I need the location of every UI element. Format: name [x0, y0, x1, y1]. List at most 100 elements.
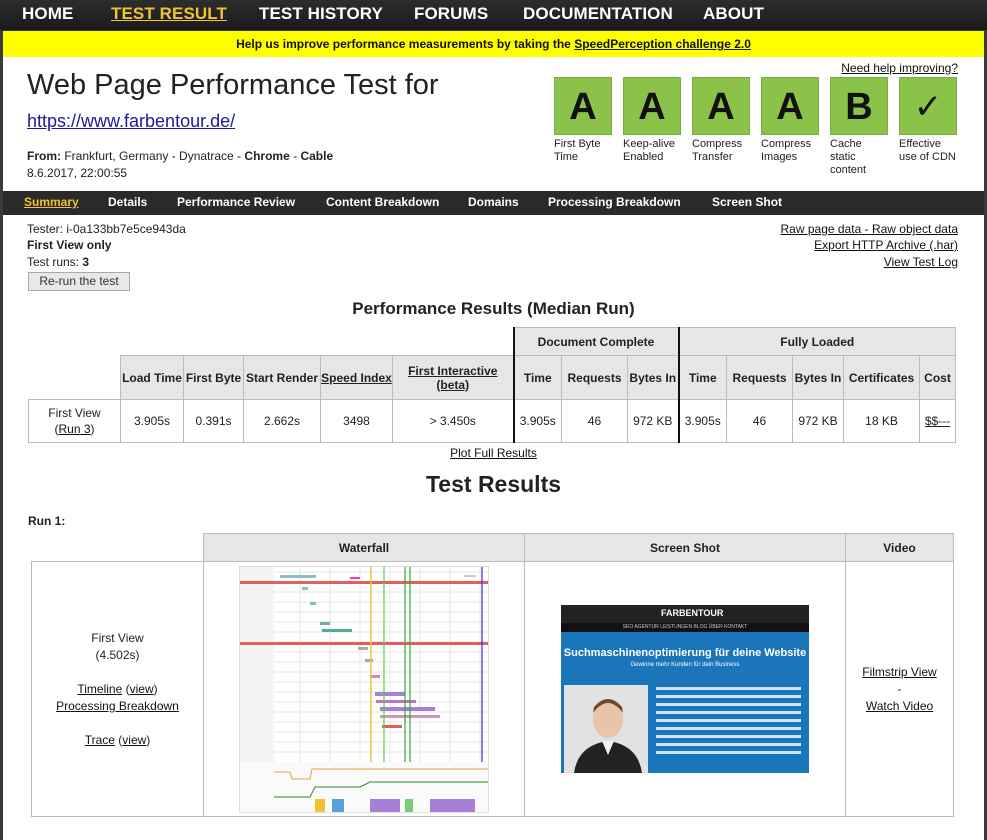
first-view-label: First View — [91, 630, 144, 645]
check-icon: ✓ — [899, 77, 957, 135]
view-test-log-link[interactable]: View Test Log — [884, 255, 958, 269]
nav-home[interactable]: HOME — [22, 4, 73, 24]
tab-screen-shot[interactable]: Screen Shot — [712, 195, 782, 209]
screenshot-thumbnail[interactable]: FARBENTOUR SEO AGENTUR LEISTUNGEN BLOG Ü… — [561, 605, 809, 773]
grade-label: Cache static content — [830, 138, 867, 176]
tab-details[interactable]: Details — [108, 195, 147, 209]
screenshot-subline: Gewinne mehr Kunden für dein Business — [630, 662, 740, 668]
screenshot-portrait — [564, 685, 648, 773]
video-header: Video — [845, 533, 954, 562]
full-bytes-value: 972 KB — [792, 399, 844, 443]
screenshot-headline: Suchmaschinenoptimierung für deine Websi… — [563, 647, 807, 659]
tester-id: Tester: i-0a133bb7e5ce943da — [27, 222, 186, 236]
grade-keep-alive[interactable]: A Keep-alive Enabled — [623, 77, 683, 164]
grade-box: B — [830, 77, 888, 135]
separator: - — [293, 149, 298, 163]
doc-bytes-value: 972 KB — [627, 399, 679, 443]
waterfall-thumbnail[interactable] — [239, 565, 489, 813]
col-first-byte: First Byte — [183, 355, 244, 400]
first-interactive-value: > 3.450s — [392, 399, 514, 443]
screenshot-header: Screen Shot — [524, 533, 846, 562]
speedperception-link[interactable]: SpeedPerception challenge 2.0 — [574, 37, 751, 51]
nav-test-result[interactable]: TEST RESULT — [111, 4, 227, 24]
tab-content-breakdown[interactable]: Content Breakdown — [326, 195, 439, 209]
test-location: From: Frankfurt, Germany - Dynatrace - C… — [27, 149, 333, 163]
grade-box: A — [761, 77, 819, 135]
nav-test-history[interactable]: TEST HISTORY — [259, 4, 383, 24]
run-3-link[interactable]: Run 3 — [58, 422, 90, 436]
start-render-value: 2.662s — [243, 399, 321, 443]
tab-processing-breakdown[interactable]: Processing Breakdown — [548, 195, 681, 209]
test-runs: Test runs: 3 — [27, 255, 89, 269]
document-complete-header: Document Complete — [512, 327, 679, 356]
timeline-link[interactable]: Timeline — [77, 682, 122, 696]
export-har-link[interactable]: Export HTTP Archive (.har) — [814, 238, 958, 252]
need-help-link[interactable]: Need help improving? — [841, 61, 958, 75]
timeline-view-link[interactable]: view — [130, 682, 154, 696]
certificates-value: 18 KB — [843, 399, 920, 443]
col-speed-index[interactable]: Speed Index — [320, 355, 393, 400]
grade-box: A — [623, 77, 681, 135]
screenshot-nav: SEO AGENTUR LEISTUNGEN BLOG ÜBER KONTAKT — [561, 623, 809, 632]
rerun-test-button[interactable]: Re-run the test — [28, 272, 130, 291]
nav-forums[interactable]: FORUMS — [414, 4, 488, 24]
col-first-interactive[interactable]: First Interactive (beta) — [392, 355, 514, 400]
doc-requests-value: 46 — [561, 399, 628, 443]
col-load-time: Load Time — [120, 355, 184, 400]
col-doc-bytes: Bytes In — [627, 355, 679, 400]
video-cell: Filmstrip View - Watch Video — [845, 561, 954, 817]
col-full-time: Time — [677, 355, 727, 400]
page-title: Web Page Performance Test for — [27, 69, 439, 101]
first-view-cell: First View (4.502s) Timeline (view) Proc… — [31, 561, 204, 817]
grade-compress-transfer[interactable]: A Compress Transfer — [692, 77, 752, 164]
first-view-only: First View only — [27, 238, 111, 252]
grade-box: A — [692, 77, 750, 135]
grade-box: A — [554, 77, 612, 135]
nav-documentation[interactable]: DOCUMENTATION — [523, 4, 673, 24]
connection-type: Cable — [300, 149, 334, 163]
grade-first-byte[interactable]: A First Byte Time — [554, 77, 614, 164]
performance-table: Document Complete Fully Loaded Load Time… — [28, 327, 956, 443]
tab-domains[interactable]: Domains — [468, 195, 519, 209]
tab-summary[interactable]: Summary — [24, 195, 79, 209]
tested-url-link[interactable]: https://www.farbentour.de/ — [27, 111, 235, 132]
first-byte-value: 0.391s — [183, 399, 244, 443]
grade-cdn[interactable]: ✓ Effective use of CDN — [899, 77, 959, 164]
fully-loaded-header: Fully Loaded — [677, 327, 956, 356]
raw-object-data-link[interactable]: Raw object data — [872, 222, 958, 236]
waterfall-image — [240, 566, 488, 812]
trace-link[interactable]: Trace — [85, 733, 115, 747]
col-certificates: Certificates — [843, 355, 920, 400]
load-time-value: 3.905s — [120, 399, 184, 443]
grade-compress-images[interactable]: A Compress Images — [761, 77, 821, 164]
watch-video-link[interactable]: Watch Video — [866, 699, 933, 713]
first-view-time: (4.502s) — [95, 647, 140, 662]
top-navigation: HOME TEST RESULT TEST HISTORY FORUMS DOC… — [0, 0, 987, 30]
tab-performance-review[interactable]: Performance Review — [177, 195, 295, 209]
col-start-render: Start Render — [243, 355, 321, 400]
speed-index-value: 3498 — [320, 399, 393, 443]
processing-breakdown-link[interactable]: Processing Breakdown — [56, 699, 179, 713]
nav-about[interactable]: ABOUT — [703, 4, 764, 24]
grade-label: Compress Transfer — [692, 138, 743, 163]
grade-cache-static[interactable]: B Cache static content — [830, 77, 890, 177]
cost-link[interactable]: $$--- — [919, 399, 956, 443]
waterfall-cell — [203, 561, 525, 817]
col-cost: Cost — [919, 355, 956, 400]
col-doc-time: Time — [512, 355, 562, 400]
person-photo-icon — [564, 685, 648, 773]
screenshot-logo: FARBENTOUR — [661, 608, 724, 618]
plot-full-results-link[interactable]: Plot Full Results — [3, 446, 984, 460]
link-separator: - — [864, 222, 869, 236]
first-view-only-text: First View only — [27, 238, 112, 252]
grade-label: Keep-alive Enabled — [623, 138, 675, 163]
announcement-banner: Help us improve performance measurements… — [3, 31, 984, 57]
run-results-table: Waterfall Screen Shot Video First View (… — [31, 533, 954, 817]
raw-page-data-link[interactable]: Raw page data — [781, 222, 862, 236]
trace-view-link[interactable]: view — [122, 733, 146, 747]
test-date: 8.6.2017, 22:00:55 — [27, 166, 128, 180]
screenshot-cell: FARBENTOUR SEO AGENTUR LEISTUNGEN BLOG Ü… — [524, 561, 846, 817]
col-doc-requests: Requests — [561, 355, 628, 400]
filmstrip-view-link[interactable]: Filmstrip View — [862, 665, 936, 679]
full-requests-value: 46 — [726, 399, 793, 443]
